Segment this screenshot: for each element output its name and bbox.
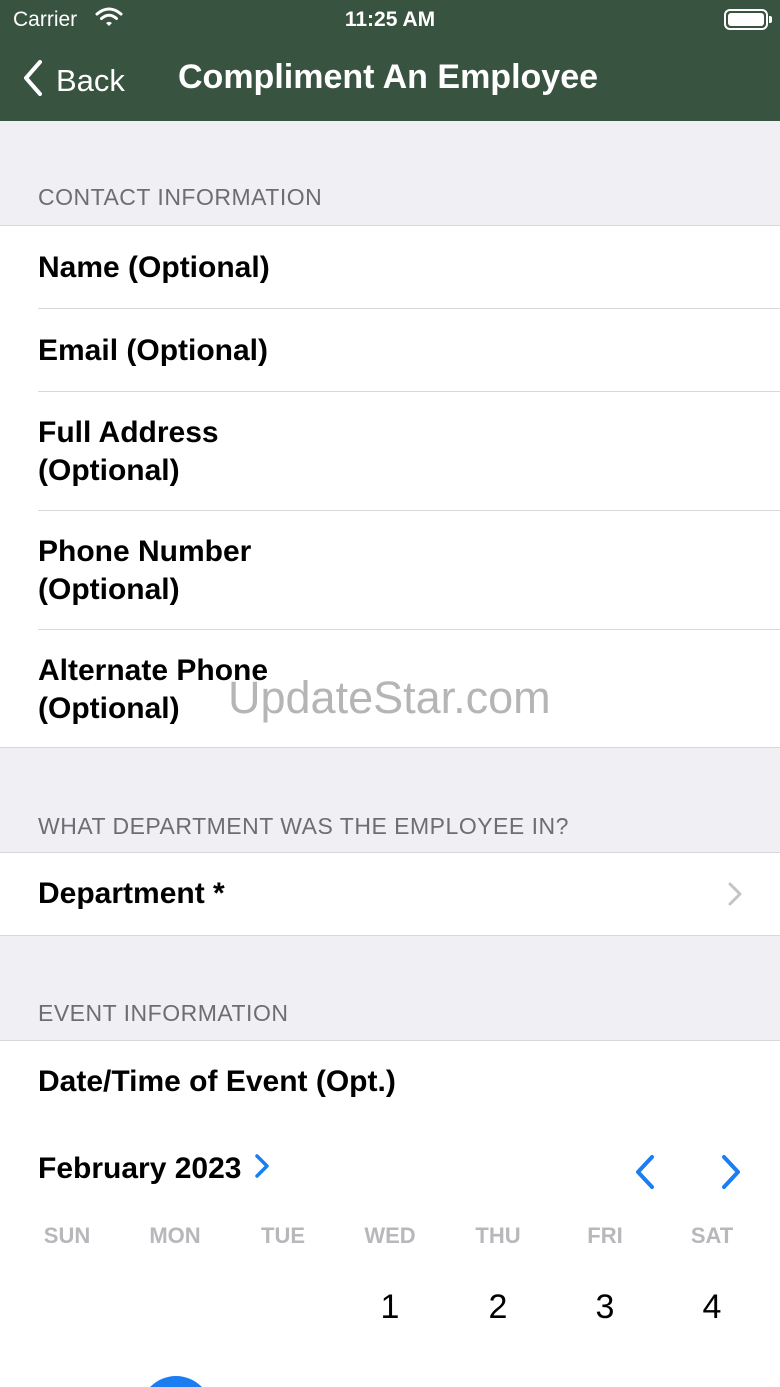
phone-field-sublabel: (Optional) — [38, 573, 180, 606]
department-group: Department * — [0, 852, 780, 936]
section-header-contact: CONTACT INFORMATION — [38, 184, 323, 210]
month-year-label: February 2023 — [38, 1152, 242, 1185]
navigation-bar: Back Compliment An Employee — [0, 40, 780, 121]
phone-field-label: Phone Number — [38, 535, 252, 568]
weekday-wed: WED — [364, 1223, 416, 1248]
battery-icon — [724, 9, 772, 30]
contact-form-group: Name (Optional) Email (Optional) Full Ad… — [0, 225, 780, 748]
back-button[interactable]: Back — [22, 40, 125, 121]
clock: 11:25 AM — [344, 8, 436, 31]
next-month-button[interactable] — [720, 1154, 742, 1195]
event-group: Date/Time of Event (Opt.) — [0, 1040, 780, 1123]
chevron-left-icon — [636, 1155, 654, 1189]
weekday-fri: FRI — [587, 1223, 623, 1248]
month-year-selector[interactable]: February 2023 — [38, 1152, 270, 1186]
status-bar: Carrier 11:25 AM — [0, 0, 780, 40]
calendar-day[interactable]: 4 — [658, 1288, 766, 1327]
calendar-day[interactable]: 1 — [336, 1288, 444, 1327]
date-time-label: Date/Time of Event (Opt.) — [38, 1065, 396, 1098]
previous-month-button[interactable] — [634, 1154, 656, 1195]
address-field[interactable]: Full Address (Optional) — [0, 392, 780, 511]
weekday-tue: TUE — [261, 1223, 305, 1248]
back-label: Back — [56, 62, 125, 98]
phone-field[interactable]: Phone Number (Optional) — [0, 511, 780, 630]
chevron-right-icon — [728, 882, 742, 911]
calendar-day[interactable]: 3 — [551, 1288, 659, 1327]
email-field[interactable]: Email (Optional) — [0, 309, 780, 392]
chevron-right-icon — [255, 1152, 270, 1186]
calendar-day[interactable]: 2 — [444, 1288, 552, 1327]
alternate-phone-field-sublabel: (Optional) — [38, 692, 180, 725]
weekday-sat: SAT — [690, 1223, 734, 1248]
page-title: Compliment An Employee — [178, 58, 599, 96]
email-field-label: Email (Optional) — [38, 334, 269, 367]
address-field-label: Full Address — [38, 416, 219, 449]
weekday-sun: SUN — [43, 1223, 91, 1248]
chevron-left-icon — [22, 59, 44, 102]
department-label: Department * — [38, 877, 225, 910]
section-header-department: WHAT DEPARTMENT WAS THE EMPLOYEE IN? — [38, 813, 569, 839]
chevron-right-icon — [722, 1155, 740, 1189]
name-field-label: Name (Optional) — [38, 251, 270, 284]
weekday-thu: THU — [475, 1223, 521, 1248]
name-field[interactable]: Name (Optional) — [0, 226, 780, 309]
weekday-mon: MON — [149, 1223, 201, 1248]
section-header-event: EVENT INFORMATION — [38, 1000, 289, 1026]
department-selector[interactable]: Department * — [0, 853, 780, 935]
address-field-sublabel: (Optional) — [38, 454, 180, 487]
watermark: UpdateStar.com — [228, 672, 551, 723]
date-picker-calendar: February 2023 SUN MON TUE WED THU FRI SA… — [0, 1122, 780, 1387]
date-time-field[interactable]: Date/Time of Event (Opt.) — [0, 1041, 780, 1123]
